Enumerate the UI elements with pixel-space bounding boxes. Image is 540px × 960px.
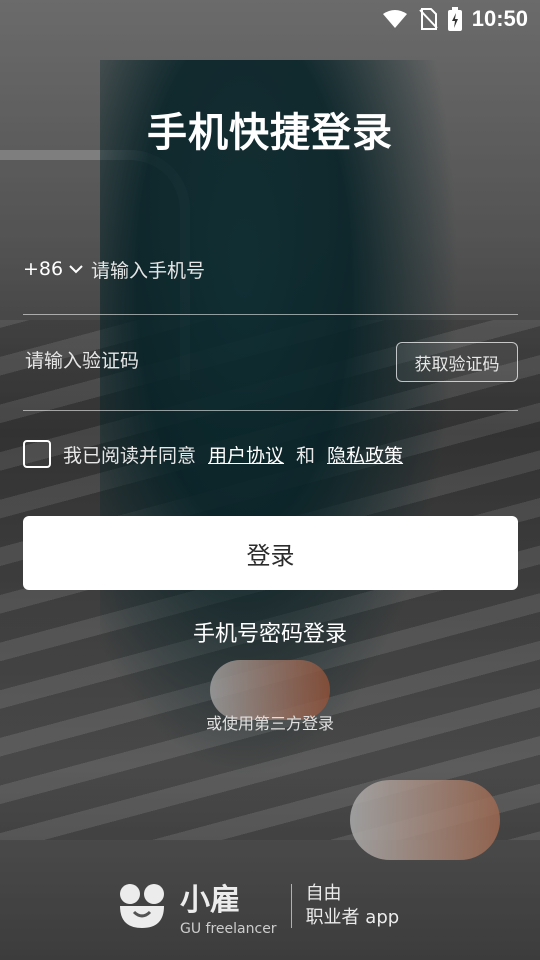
verification-code-input[interactable] bbox=[23, 344, 367, 380]
brand-slogan: 自由 职业者 app bbox=[306, 882, 400, 930]
wifi-icon bbox=[382, 10, 407, 28]
status-icons: 10:50 bbox=[382, 6, 528, 32]
slogan-line1: 自由 bbox=[305, 883, 342, 904]
status-bar: 10:50 bbox=[0, 0, 540, 36]
login-button[interactable]: 登录 bbox=[23, 516, 518, 590]
agreement-row: 我已阅读并同意 用户协议 和 隐私政策 bbox=[23, 440, 403, 468]
user-agreement-link[interactable]: 用户协议 bbox=[208, 441, 284, 468]
no-sim-icon bbox=[418, 8, 438, 30]
phone-input[interactable] bbox=[89, 254, 493, 290]
code-field-row: 获取验证码 bbox=[23, 334, 518, 411]
phone-field-row: +86 bbox=[23, 250, 518, 315]
login-screen: 10:50 手机快捷登录 +86 获取验证码 我已阅读并同意 用户协议 和 隐私… bbox=[0, 0, 540, 960]
agreement-and: 和 bbox=[296, 444, 316, 467]
agreement-text: 我已阅读并同意 bbox=[63, 444, 197, 467]
country-code-selector[interactable]: +86 bbox=[23, 258, 83, 280]
brand-logo-icon bbox=[120, 884, 164, 928]
brand-name: 小雇 GU freelancer bbox=[180, 875, 277, 937]
battery-charging-icon bbox=[447, 7, 462, 31]
brand-name-cn: 小雇 bbox=[180, 883, 240, 918]
chevron-down-icon bbox=[69, 265, 83, 274]
slogan-line2: 职业者 app bbox=[305, 907, 400, 928]
page-title: 手机快捷登录 bbox=[147, 110, 393, 156]
privacy-policy-link[interactable]: 隐私政策 bbox=[327, 441, 403, 468]
brand-name-en: GU freelancer bbox=[180, 921, 277, 937]
country-code: +86 bbox=[23, 258, 64, 280]
agreement-checkbox[interactable] bbox=[23, 440, 51, 468]
third-party-login-text: 或使用第三方登录 bbox=[205, 714, 334, 733]
password-login-link[interactable]: 手机号密码登录 bbox=[0, 616, 540, 648]
status-time: 10:50 bbox=[471, 6, 528, 31]
brand-divider bbox=[290, 884, 292, 928]
brand-footer: 小雇 GU freelancer 自由 职业者 app bbox=[118, 875, 399, 937]
get-code-button[interactable]: 获取验证码 bbox=[396, 342, 518, 382]
